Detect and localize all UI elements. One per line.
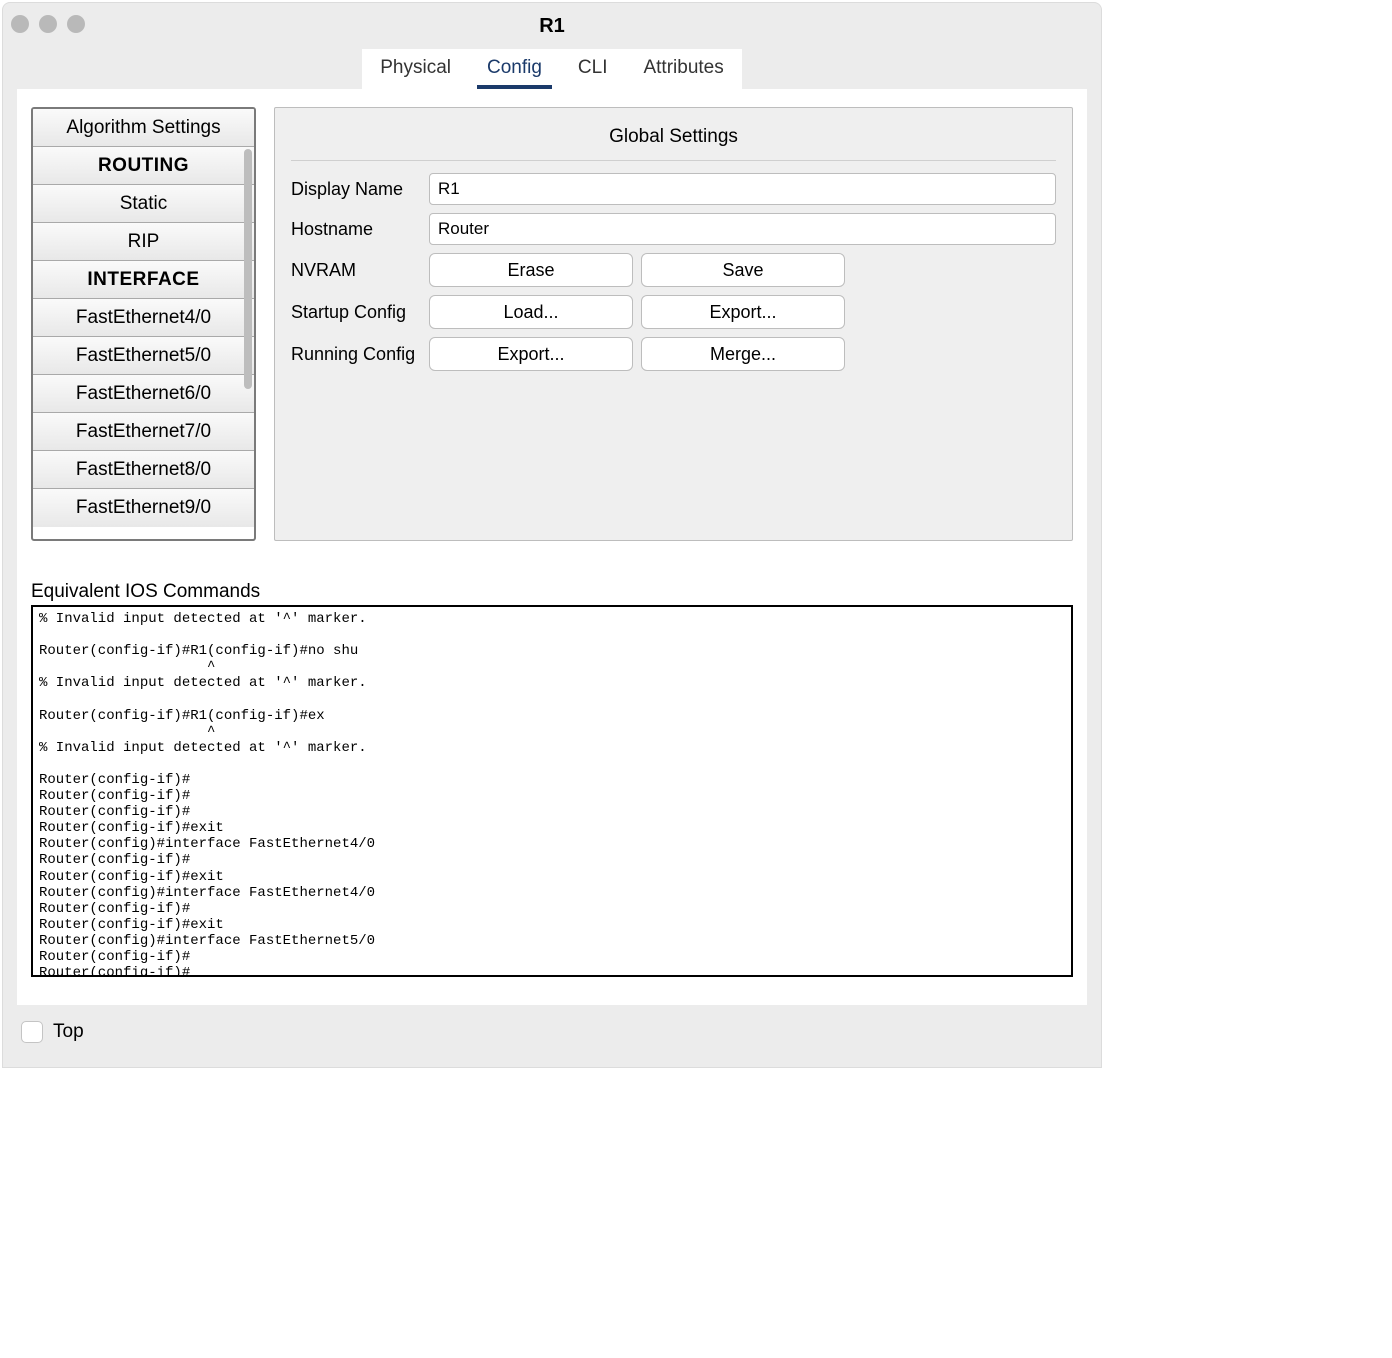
close-icon[interactable]: [11, 15, 29, 33]
display-name-label: Display Name: [291, 179, 421, 200]
sidebar-item-static[interactable]: Static: [33, 185, 254, 223]
running-config-label: Running Config: [291, 344, 421, 365]
startup-config-label: Startup Config: [291, 302, 421, 323]
running-merge-button[interactable]: Merge...: [641, 337, 845, 371]
sidebar-item-algorithm-settings[interactable]: Algorithm Settings: [33, 109, 254, 147]
device-window: R1 Physical Config CLI Attributes Algori…: [2, 2, 1102, 1068]
tab-cli[interactable]: CLI: [560, 49, 626, 89]
sidebar-item-fe6-0[interactable]: FastEthernet6/0: [33, 375, 254, 413]
nvram-save-button[interactable]: Save: [641, 253, 845, 287]
titlebar: R1: [3, 3, 1101, 49]
workarea: Algorithm Settings ROUTING Static RIP IN…: [17, 89, 1087, 1005]
startup-load-button[interactable]: Load...: [429, 295, 633, 329]
tab-physical[interactable]: Physical: [362, 49, 469, 89]
sidebar-header-interface: INTERFACE: [33, 261, 254, 299]
running-export-button[interactable]: Export...: [429, 337, 633, 371]
tab-config[interactable]: Config: [469, 49, 560, 89]
window-title: R1: [3, 15, 1101, 38]
sidebar-item-fe4-0[interactable]: FastEthernet4/0: [33, 299, 254, 337]
top-checkbox-label: Top: [53, 1021, 84, 1043]
top-checkbox[interactable]: [21, 1021, 43, 1043]
sidebar-item-fe8-0[interactable]: FastEthernet8/0: [33, 451, 254, 489]
sidebar-scrollbar[interactable]: [244, 149, 252, 389]
nvram-erase-button[interactable]: Erase: [429, 253, 633, 287]
nvram-label: NVRAM: [291, 260, 421, 281]
hostname-label: Hostname: [291, 219, 421, 240]
footer: Top: [3, 1005, 1101, 1067]
sidebar-header-routing: ROUTING: [33, 147, 254, 185]
minimize-icon[interactable]: [39, 15, 57, 33]
sidebar-item-rip[interactable]: RIP: [33, 223, 254, 261]
sidebar-item-fe7-0[interactable]: FastEthernet7/0: [33, 413, 254, 451]
window-controls: [11, 15, 85, 33]
sidebar-item-fe9-0[interactable]: FastEthernet9/0: [33, 489, 254, 527]
display-name-input[interactable]: [429, 173, 1056, 205]
config-sidebar: Algorithm Settings ROUTING Static RIP IN…: [31, 107, 256, 541]
zoom-icon[interactable]: [67, 15, 85, 33]
sidebar-item-fe5-0[interactable]: FastEthernet5/0: [33, 337, 254, 375]
hostname-input[interactable]: [429, 213, 1056, 245]
tab-attributes[interactable]: Attributes: [625, 49, 741, 89]
ios-console[interactable]: % Invalid input detected at '^' marker. …: [31, 605, 1073, 977]
global-settings-panel: Global Settings Display Name Hostname NV…: [274, 107, 1073, 541]
panel-title: Global Settings: [291, 118, 1056, 161]
ios-commands-label: Equivalent IOS Commands: [31, 581, 1073, 603]
tab-bar: Physical Config CLI Attributes: [3, 49, 1101, 89]
startup-export-button[interactable]: Export...: [641, 295, 845, 329]
